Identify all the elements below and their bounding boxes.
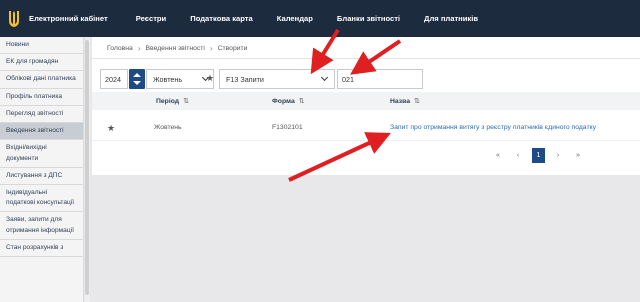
column-header-form[interactable]: Форма ⇅ — [272, 97, 304, 105]
chevron-up-icon[interactable] — [133, 73, 141, 77]
sort-icon[interactable]: ⇅ — [183, 98, 189, 105]
nav-report-forms[interactable]: Бланки звітності — [337, 14, 400, 23]
column-header-label: Форма — [272, 98, 295, 105]
row-title-link[interactable]: Запит про отримання витягу з реєстру пла… — [390, 124, 596, 131]
nav-for-payers[interactable]: Для платників — [424, 14, 478, 23]
table-header: Період ⇅ Форма ⇅ Назва ⇅ — [92, 92, 640, 110]
pagination-first[interactable]: « — [492, 148, 504, 163]
month-select-value: Жовтень — [153, 75, 183, 84]
main-content: Головна › Введення звітності › Створити … — [92, 37, 640, 302]
sort-icon[interactable]: ⇅ — [299, 98, 305, 105]
breadcrumb-home[interactable]: Головна — [107, 45, 133, 52]
breadcrumb-enter-reports[interactable]: Введення звітності — [146, 45, 205, 52]
chevron-down-icon[interactable] — [133, 81, 141, 85]
sidebar-item-documents[interactable]: Вхідні/вихідні документи — [0, 140, 83, 168]
sidebar-item-payer-profile[interactable]: Профіль платника — [0, 89, 83, 106]
sidebar: Новини ЕК для громадян Облікові дані пла… — [0, 37, 84, 302]
breadcrumb: Головна › Введення звітності › Створити — [107, 44, 247, 53]
year-spinner[interactable] — [129, 69, 145, 89]
divider — [92, 58, 640, 59]
sidebar-item-consultations[interactable]: Індивідуальні податкові консультації — [0, 185, 83, 213]
breadcrumb-create: Створити — [217, 45, 248, 52]
month-select[interactable]: Жовтень — [146, 69, 214, 89]
nav-registries[interactable]: Реєстри — [136, 14, 167, 23]
column-header-period[interactable]: Період ⇅ — [156, 97, 189, 105]
sidebar-item-requests[interactable]: Заяви, запити для отримання інформації — [0, 212, 83, 240]
top-navigation: Електронний кабінет Реєстри Податкова ка… — [0, 0, 640, 37]
star-icon[interactable]: ★ — [206, 73, 214, 84]
breadcrumb-separator-icon: › — [209, 44, 213, 53]
pagination-prev[interactable]: ‹ — [512, 148, 524, 163]
content-panel: Головна › Введення звітності › Створити … — [92, 37, 640, 175]
breadcrumb-separator-icon: › — [137, 44, 141, 53]
chevron-down-icon — [320, 73, 329, 82]
sort-icon[interactable]: ⇅ — [414, 98, 420, 105]
form-type-select[interactable]: F13 Запити — [219, 69, 335, 89]
column-header-label: Період — [156, 98, 180, 105]
pagination-last[interactable]: » — [572, 148, 584, 163]
form-code-input[interactable]: 021 — [337, 69, 423, 89]
sidebar-item-view-reports[interactable]: Перегляд звітності — [0, 106, 83, 124]
nav-calendar[interactable]: Календар — [277, 14, 313, 23]
row-period: Жовтень — [154, 124, 182, 131]
nav-tax-map[interactable]: Податкова карта — [190, 14, 253, 23]
sidebar-item-enter-reports[interactable]: Введення звітності — [0, 123, 83, 141]
pagination-next[interactable]: › — [552, 148, 564, 163]
table-row[interactable]: ★ Жовтень F1302101 Запит про отримання в… — [92, 117, 640, 141]
sidebar-item-account-data[interactable]: Облікові дані платника — [0, 71, 83, 89]
pagination-page-current[interactable]: 1 — [532, 148, 545, 163]
form-type-select-value: F13 Запити — [226, 75, 264, 84]
sidebar-item-correspondence[interactable]: Листування з ДПС — [0, 168, 83, 185]
sidebar-item-settlements[interactable]: Стан розрахунків з — [0, 240, 83, 258]
column-header-label: Назва — [390, 98, 411, 105]
star-icon[interactable]: ★ — [107, 123, 115, 134]
trident-logo-icon[interactable] — [8, 10, 20, 28]
nav-electronic-cabinet[interactable]: Електронний кабінет — [29, 14, 108, 23]
year-input[interactable]: 2024 — [100, 69, 128, 89]
sidebar-item-ek-citizens[interactable]: ЕК для громадян — [0, 54, 83, 72]
sidebar-scrollbar-thumb[interactable] — [85, 40, 89, 295]
column-header-title[interactable]: Назва ⇅ — [390, 97, 420, 105]
row-form: F1302101 — [272, 124, 303, 131]
sidebar-item-news[interactable]: Новини — [0, 37, 83, 55]
